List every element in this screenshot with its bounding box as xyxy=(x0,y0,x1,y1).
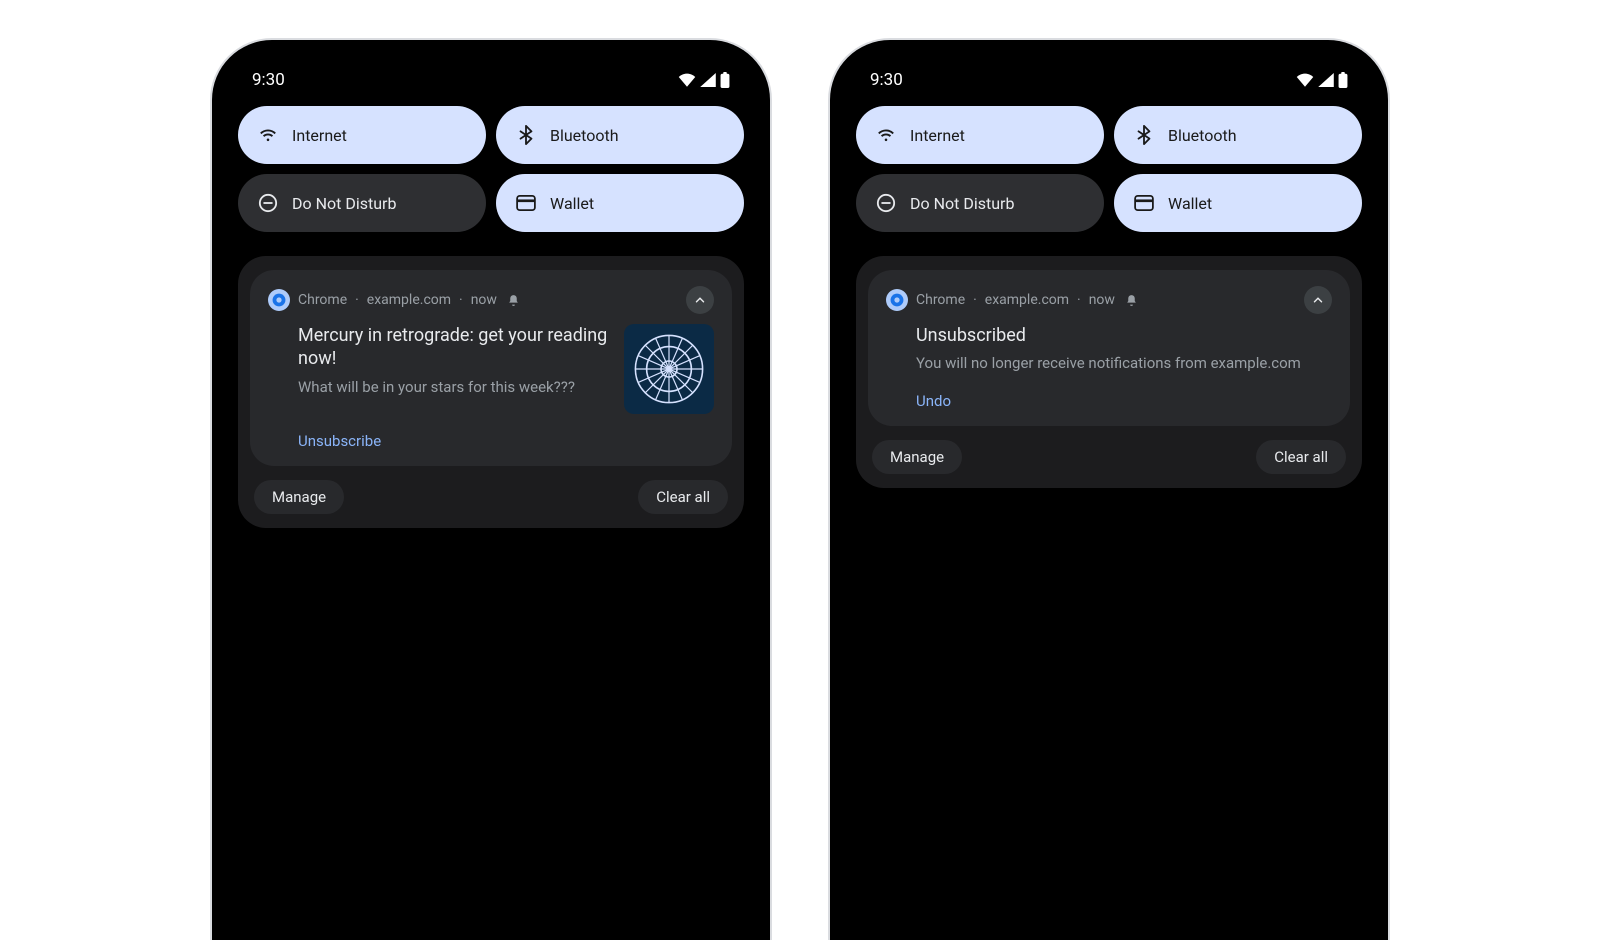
qs-tile-label: Bluetooth xyxy=(550,126,619,145)
bell-icon xyxy=(507,294,520,307)
quick-settings: Internet Bluetooth Do Not Disturb Wallet xyxy=(224,100,758,238)
qs-tile-wallet[interactable]: Wallet xyxy=(1114,174,1362,232)
wifi-status-icon xyxy=(678,73,696,87)
qs-tile-dnd[interactable]: Do Not Disturb xyxy=(856,174,1104,232)
chrome-icon xyxy=(886,289,908,311)
notification-app: Chrome xyxy=(916,292,965,308)
collapse-icon[interactable] xyxy=(1304,286,1332,314)
qs-tile-label: Wallet xyxy=(1168,194,1212,213)
signal-icon xyxy=(1318,73,1334,87)
bluetooth-icon xyxy=(1134,125,1154,145)
notification-time: now xyxy=(471,292,497,308)
notification-site: example.com xyxy=(367,292,451,308)
battery-icon xyxy=(720,72,730,88)
status-time: 9:30 xyxy=(252,70,285,90)
notification-body: What will be in your stars for this week… xyxy=(298,377,610,397)
notification-shade: Chrome · example.com · now Mercury in re… xyxy=(238,256,744,528)
notification-time: now xyxy=(1089,292,1115,308)
manage-button[interactable]: Manage xyxy=(872,440,962,474)
notification-card[interactable]: Chrome · example.com · now Mercury in re… xyxy=(250,270,732,466)
notification-thumbnail xyxy=(624,324,714,414)
qs-tile-label: Internet xyxy=(292,126,347,145)
bluetooth-icon xyxy=(516,125,536,145)
qs-tile-label: Do Not Disturb xyxy=(910,194,1014,213)
notification-app: Chrome xyxy=(298,292,347,308)
chrome-icon xyxy=(268,289,290,311)
qs-tile-internet[interactable]: Internet xyxy=(856,106,1104,164)
qs-tile-label: Wallet xyxy=(550,194,594,213)
dnd-icon xyxy=(876,193,896,213)
qs-tile-label: Internet xyxy=(910,126,965,145)
quick-settings: Internet Bluetooth Do Not Disturb Wallet xyxy=(842,100,1376,238)
notification-title: Unsubscribed xyxy=(916,324,1332,347)
notification-header: Chrome · example.com · now xyxy=(886,286,1332,314)
manage-button[interactable]: Manage xyxy=(254,480,344,514)
clear-all-button[interactable]: Clear all xyxy=(1256,440,1346,474)
wallet-icon xyxy=(516,193,536,213)
phone-frame-1: 9:30 Internet Bluetooth Do Not Disturb xyxy=(212,40,770,940)
status-bar: 9:30 xyxy=(842,52,1376,100)
qs-tile-bluetooth[interactable]: Bluetooth xyxy=(1114,106,1362,164)
phone-frame-2: 9:30 Internet Bluetooth Do Not Disturb xyxy=(830,40,1388,940)
wifi-icon xyxy=(258,125,278,145)
wifi-icon xyxy=(876,125,896,145)
undo-action[interactable]: Undo xyxy=(916,392,951,410)
dnd-icon xyxy=(258,193,278,213)
notification-card[interactable]: Chrome · example.com · now Unsubscribed … xyxy=(868,270,1350,426)
notification-header: Chrome · example.com · now xyxy=(268,286,714,314)
qs-tile-label: Bluetooth xyxy=(1168,126,1237,145)
notification-title: Mercury in retrograde: get your reading … xyxy=(298,324,610,371)
battery-icon xyxy=(1338,72,1348,88)
notification-body: You will no longer receive notifications… xyxy=(916,353,1332,373)
status-bar: 9:30 xyxy=(224,52,758,100)
qs-tile-wallet[interactable]: Wallet xyxy=(496,174,744,232)
collapse-icon[interactable] xyxy=(686,286,714,314)
notification-shade: Chrome · example.com · now Unsubscribed … xyxy=(856,256,1362,488)
notification-site: example.com xyxy=(985,292,1069,308)
wallet-icon xyxy=(1134,193,1154,213)
qs-tile-label: Do Not Disturb xyxy=(292,194,396,213)
unsubscribe-action[interactable]: Unsubscribe xyxy=(298,432,381,450)
qs-tile-dnd[interactable]: Do Not Disturb xyxy=(238,174,486,232)
clear-all-button[interactable]: Clear all xyxy=(638,480,728,514)
status-time: 9:30 xyxy=(870,70,903,90)
qs-tile-bluetooth[interactable]: Bluetooth xyxy=(496,106,744,164)
signal-icon xyxy=(700,73,716,87)
wifi-status-icon xyxy=(1296,73,1314,87)
qs-tile-internet[interactable]: Internet xyxy=(238,106,486,164)
bell-icon xyxy=(1125,294,1138,307)
